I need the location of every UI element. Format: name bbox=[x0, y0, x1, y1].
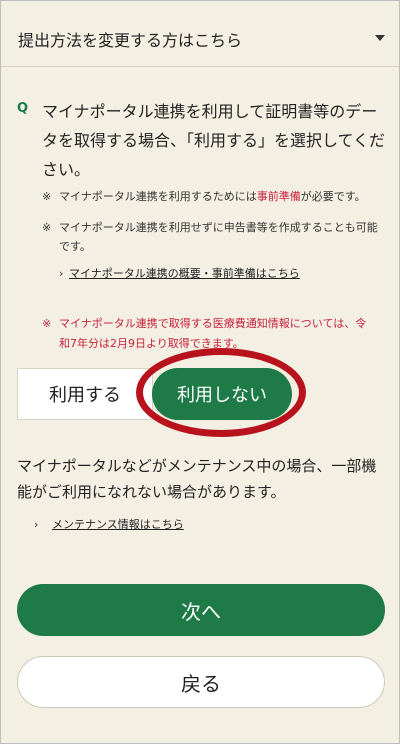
note-text: マイナポータル連携を利用するためには bbox=[59, 190, 257, 203]
warning-text: マイナポータル連携で取得する医療費通知情報については、令和7年分は2月9日より取… bbox=[59, 317, 367, 350]
overview-link[interactable]: › マイナポータル連携の概要・事前準備はこちら bbox=[59, 265, 300, 281]
dropdown-label: 提出方法を変更する方はこちら bbox=[18, 31, 243, 50]
note-prerequisite: ※ マイナポータル連携を利用するためには事前準備が必要です。 bbox=[42, 187, 379, 206]
warning-notice: ※ マイナポータル連携で取得する医療費通知情報については、令和7年分は2月9日より… bbox=[42, 314, 387, 354]
chevron-right-icon: › bbox=[59, 267, 64, 280]
question-mark-label: Q bbox=[17, 101, 29, 116]
no-use-option-button[interactable]: 利用しない bbox=[152, 368, 292, 420]
note-highlight: 事前準備 bbox=[256, 190, 301, 203]
maintenance-text: マイナポータルなどがメンテナンス中の場合、一部機能がご利用になれない場合がありま… bbox=[17, 457, 377, 501]
submission-method-dropdown[interactable]: 提出方法を変更する方はこちら bbox=[1, 1, 399, 67]
screen-frame: 提出方法を変更する方はこちら Q マイナポータル連携を利用して証明書等のデータを… bbox=[0, 0, 400, 744]
chevron-right-icon: › bbox=[34, 518, 39, 531]
maintenance-link[interactable]: › メンテナンス情報はこちら bbox=[34, 516, 184, 532]
caret-down-icon[interactable] bbox=[375, 35, 385, 41]
use-option-button[interactable]: 利用する bbox=[17, 368, 153, 420]
note-text: マイナポータル連携を利用せずに申告書等を作成することも可能です。 bbox=[59, 221, 378, 253]
question-text: マイナポータル連携を利用して証明書等のデータを取得する場合、「利用する」を選択し… bbox=[42, 102, 386, 179]
warning-mark: ※ bbox=[42, 317, 52, 330]
maintenance-link-label[interactable]: メンテナンス情報はこちら bbox=[52, 518, 184, 531]
note-mark: ※ bbox=[42, 190, 52, 203]
next-button[interactable]: 次へ bbox=[17, 584, 385, 636]
overview-link-label[interactable]: マイナポータル連携の概要・事前準備はこちら bbox=[69, 267, 300, 280]
back-button[interactable]: 戻る bbox=[17, 656, 385, 708]
note-text-end: が必要です。 bbox=[300, 190, 366, 203]
note-mark: ※ bbox=[42, 221, 52, 234]
note-without-link: ※ マイナポータル連携を利用せずに申告書等を作成することも可能です。 bbox=[42, 218, 379, 256]
